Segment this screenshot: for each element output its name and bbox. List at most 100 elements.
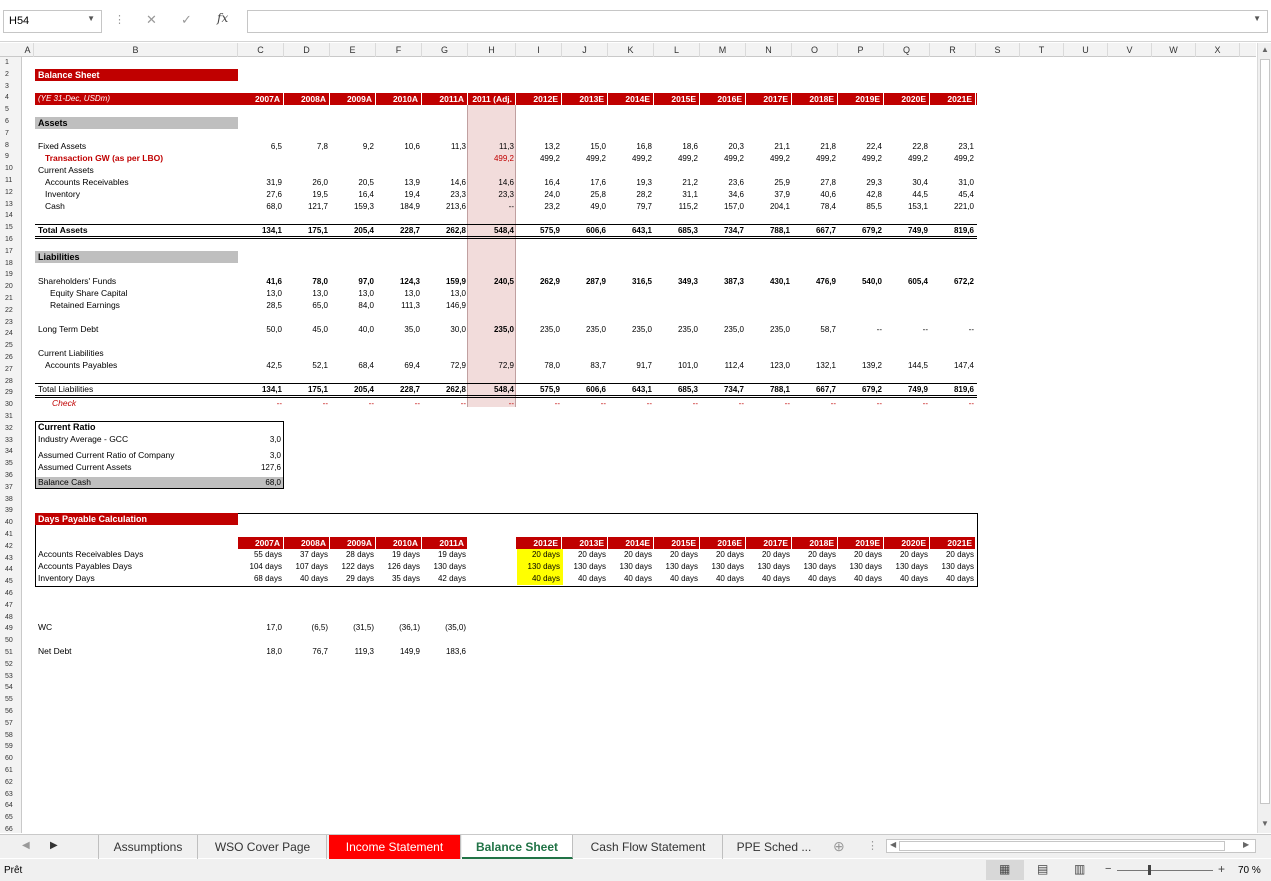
- vertical-scroll-thumb[interactable]: [1260, 59, 1270, 804]
- column-header-j[interactable]: J: [562, 43, 608, 57]
- row-header[interactable]: 11: [0, 175, 21, 187]
- row-header[interactable]: 4: [0, 92, 21, 104]
- row-header[interactable]: 2: [0, 69, 21, 81]
- add-sheet-icon[interactable]: ⊕: [833, 838, 845, 855]
- row-header[interactable]: 60: [0, 753, 21, 765]
- column-header-i[interactable]: I: [516, 43, 562, 57]
- row-header[interactable]: 15: [0, 222, 21, 234]
- tab-balance-sheet[interactable]: Balance Sheet: [462, 835, 573, 859]
- column-header-m[interactable]: M: [700, 43, 746, 57]
- row-header[interactable]: 6: [0, 116, 21, 128]
- row-header[interactable]: 24: [0, 328, 21, 340]
- row-header[interactable]: 12: [0, 187, 21, 199]
- row-header[interactable]: 18: [0, 258, 21, 270]
- row-header[interactable]: 17: [0, 246, 21, 258]
- column-header-a[interactable]: A: [22, 43, 34, 57]
- horizontal-scrollbar[interactable]: ◀ ▶: [886, 839, 1256, 853]
- scroll-up-icon[interactable]: ▲: [1261, 45, 1269, 54]
- page-layout-icon[interactable]: ▤: [1037, 862, 1048, 876]
- column-header-c[interactable]: C: [238, 43, 284, 57]
- row-header[interactable]: 10: [0, 163, 21, 175]
- tab-ppe-sched[interactable]: PPE Sched ...: [724, 835, 824, 859]
- column-header-k[interactable]: K: [608, 43, 654, 57]
- tab-income-statement[interactable]: Income Statement: [329, 835, 461, 859]
- row-header[interactable]: 50: [0, 635, 21, 647]
- row-header[interactable]: 37: [0, 482, 21, 494]
- column-header-h[interactable]: H: [468, 43, 516, 57]
- row-header[interactable]: 31: [0, 411, 21, 423]
- row-header[interactable]: 46: [0, 588, 21, 600]
- row-header[interactable]: 39: [0, 505, 21, 517]
- tab-wso-cover-page[interactable]: WSO Cover Page: [199, 835, 327, 859]
- row-header[interactable]: 45: [0, 576, 21, 588]
- row-header[interactable]: 53: [0, 671, 21, 683]
- row-header[interactable]: 51: [0, 647, 21, 659]
- row-header[interactable]: 65: [0, 812, 21, 824]
- row-header[interactable]: 64: [0, 800, 21, 812]
- confirm-icon[interactable]: ✓: [181, 12, 192, 28]
- row-header[interactable]: 43: [0, 553, 21, 565]
- zoom-slider-thumb[interactable]: [1148, 865, 1151, 875]
- row-header[interactable]: 40: [0, 517, 21, 529]
- row-header[interactable]: 56: [0, 706, 21, 718]
- row-header[interactable]: 54: [0, 682, 21, 694]
- row-header[interactable]: 49: [0, 623, 21, 635]
- row-header[interactable]: 59: [0, 741, 21, 753]
- tab-next-icon[interactable]: ▶: [50, 840, 58, 851]
- page-break-icon[interactable]: ▥: [1074, 862, 1085, 876]
- expand-formula-icon[interactable]: ▼: [1253, 14, 1261, 23]
- chevron-down-icon[interactable]: ▼: [87, 14, 95, 23]
- vertical-scrollbar[interactable]: ▲ ▼: [1257, 43, 1271, 833]
- row-header[interactable]: 63: [0, 789, 21, 801]
- row-header[interactable]: 34: [0, 446, 21, 458]
- tab-prev-icon[interactable]: ◀: [22, 840, 30, 851]
- tab-assumptions[interactable]: Assumptions: [98, 835, 198, 859]
- row-header[interactable]: 47: [0, 600, 21, 612]
- column-header-p[interactable]: P: [838, 43, 884, 57]
- worksheet-grid[interactable]: Balance Sheet (YE 31-Dec, USDm) 2007A 200…: [23, 57, 1256, 833]
- row-header[interactable]: 25: [0, 340, 21, 352]
- column-header-g[interactable]: G: [422, 43, 468, 57]
- insert-function-icon[interactable]: fx: [217, 11, 228, 25]
- row-header[interactable]: 22: [0, 305, 21, 317]
- column-header-o[interactable]: O: [792, 43, 838, 57]
- zoom-out-icon[interactable]: −: [1105, 863, 1111, 875]
- formula-input[interactable]: ▼: [247, 10, 1268, 33]
- zoom-level[interactable]: 70 %: [1238, 865, 1261, 876]
- row-header[interactable]: 62: [0, 777, 21, 789]
- row-header[interactable]: 52: [0, 659, 21, 671]
- row-header[interactable]: 30: [0, 399, 21, 411]
- horizontal-scroll-thumb[interactable]: [899, 841, 1225, 851]
- column-header-w[interactable]: W: [1152, 43, 1196, 57]
- column-header-e[interactable]: E: [330, 43, 376, 57]
- row-header[interactable]: 19: [0, 269, 21, 281]
- column-header-d[interactable]: D: [284, 43, 330, 57]
- row-header[interactable]: 26: [0, 352, 21, 364]
- column-header-t[interactable]: T: [1020, 43, 1064, 57]
- row-header[interactable]: 55: [0, 694, 21, 706]
- cancel-icon[interactable]: ✕: [146, 12, 157, 28]
- row-header[interactable]: 16: [0, 234, 21, 246]
- name-box[interactable]: H54 ▼: [3, 10, 102, 33]
- column-header-n[interactable]: N: [746, 43, 792, 57]
- scroll-down-icon[interactable]: ▼: [1261, 819, 1269, 828]
- row-header[interactable]: 32: [0, 423, 21, 435]
- row-header[interactable]: 33: [0, 435, 21, 447]
- column-header-s[interactable]: S: [976, 43, 1020, 57]
- row-header[interactable]: 57: [0, 718, 21, 730]
- column-header-u[interactable]: U: [1064, 43, 1108, 57]
- row-header[interactable]: 28: [0, 376, 21, 388]
- row-header[interactable]: 41: [0, 529, 21, 541]
- row-header[interactable]: 3: [0, 81, 21, 93]
- zoom-in-icon[interactable]: +: [1218, 862, 1225, 876]
- row-header[interactable]: 21: [0, 293, 21, 305]
- scroll-left-icon[interactable]: ◀: [890, 840, 896, 849]
- column-header-r[interactable]: R: [930, 43, 976, 57]
- column-header-v[interactable]: V: [1108, 43, 1152, 57]
- row-header[interactable]: 5: [0, 104, 21, 116]
- row-header[interactable]: 29: [0, 387, 21, 399]
- row-header[interactable]: 42: [0, 541, 21, 553]
- row-header[interactable]: 23: [0, 317, 21, 329]
- row-header[interactable]: 20: [0, 281, 21, 293]
- column-header-x[interactable]: X: [1196, 43, 1240, 57]
